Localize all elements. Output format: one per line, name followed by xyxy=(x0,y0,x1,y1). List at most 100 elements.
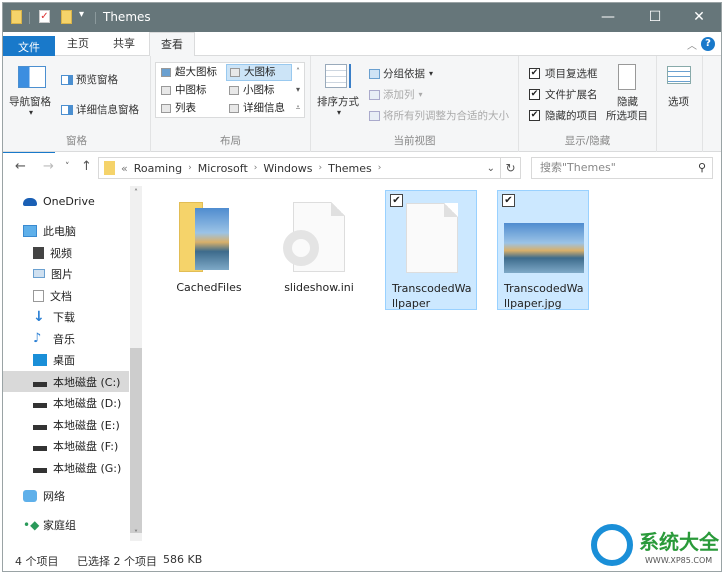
hide-selected-button[interactable]: 隐藏 xyxy=(617,94,638,109)
sidebar-scrollbar-thumb[interactable] xyxy=(130,348,142,533)
layout-gallery-scroll[interactable]: ˄ ▾ ⩡ xyxy=(292,63,304,119)
preview-pane-label: 预览窗格 xyxy=(76,74,118,86)
layout-large-icons[interactable]: 大图标 xyxy=(226,64,292,81)
separator xyxy=(29,12,30,24)
file-item-transcodedwallpaper-jpg[interactable]: ✔ TranscodedWallpaper.jpg xyxy=(497,190,589,310)
collapse-ribbon-icon[interactable]: ︿ xyxy=(687,37,697,52)
item-checkboxes-toggle[interactable]: ✔ 项目复选框 xyxy=(529,66,598,81)
expand-gallery-icon[interactable]: ⩡ xyxy=(292,99,304,117)
layout-list[interactable]: 列表 xyxy=(158,100,226,117)
details-pane-button[interactable]: 详细信息窗格 xyxy=(61,102,139,117)
file-extensions-toggle[interactable]: ✔ 文件扩展名 xyxy=(529,87,598,102)
sidebar-item-network[interactable]: 网络 xyxy=(3,485,129,506)
checkbox-checked-icon[interactable]: ✔ xyxy=(529,89,540,100)
sidebar-label: 下载 xyxy=(53,310,75,324)
hide-selected-button-line2[interactable]: 所选项目 xyxy=(606,108,648,123)
size-all-columns-button[interactable]: 将所有列调整为合适的大小 xyxy=(369,108,509,123)
sort-by-dropdown-icon[interactable]: ▾ xyxy=(337,108,341,117)
sidebar-item-onedrive[interactable]: OneDrive xyxy=(3,191,129,212)
navigation-pane-dropdown-icon[interactable]: ▾ xyxy=(29,108,33,117)
refresh-button[interactable]: ↻ xyxy=(501,157,521,179)
sidebar-item-homegroup[interactable]: •◆ 家庭组 xyxy=(3,514,129,535)
file-item-cachedfiles[interactable]: CachedFiles xyxy=(163,190,255,310)
add-columns-button[interactable]: 添加列 ▾ xyxy=(369,87,423,102)
checkbox-checked-icon[interactable]: ✔ xyxy=(529,68,540,79)
sort-by-icon xyxy=(325,64,347,88)
folder-icon xyxy=(11,10,22,24)
title-bar: ✓ ▾ Themes — ☐ ✕ xyxy=(3,3,721,32)
breadcrumb-windows[interactable]: Windows xyxy=(263,162,312,175)
new-folder-icon[interactable] xyxy=(61,10,72,24)
sidebar-item-desktop[interactable]: 桌面 xyxy=(3,349,129,370)
back-button[interactable]: ← xyxy=(15,159,26,174)
documents-icon xyxy=(33,289,44,302)
explorer-window: ✓ ▾ Themes — ☐ ✕ 文件 主页 共享 查看 ︿ ? 导航窗格 ▾ … xyxy=(2,2,722,572)
tab-share[interactable]: 共享 xyxy=(101,32,147,56)
checkbox-checked-icon[interactable]: ✔ xyxy=(529,110,540,121)
search-input[interactable]: 搜索"Themes" ⚲ xyxy=(531,157,713,179)
sidebar-label: 网络 xyxy=(43,489,65,503)
checkbox-checked-icon[interactable]: ✔ xyxy=(502,194,515,207)
large-icons-icon xyxy=(230,68,240,77)
hidden-items-toggle[interactable]: ✔ 隐藏的项目 xyxy=(529,108,598,123)
tab-view[interactable]: 查看 xyxy=(149,32,195,57)
settings-gear-icon xyxy=(283,230,319,266)
sidebar-item-music[interactable]: ♪ 音乐 xyxy=(3,328,129,349)
file-item-transcodedwallpaper[interactable]: ✔ TranscodedWallpaper xyxy=(385,190,477,310)
ribbon-tabs: 文件 主页 共享 查看 ︿ ? xyxy=(3,32,721,156)
breadcrumb-themes[interactable]: Themes xyxy=(328,162,372,175)
sidebar-item-videos[interactable]: 视频 xyxy=(3,242,129,263)
options-button[interactable]: 选项 xyxy=(668,94,689,109)
homegroup-icon: •◆ xyxy=(23,517,40,532)
properties-icon[interactable]: ✓ xyxy=(39,10,50,23)
chevron-right-icon[interactable]: › xyxy=(188,163,192,173)
chevron-right-icon[interactable]: › xyxy=(378,163,382,173)
recent-locations-icon[interactable]: ˅ xyxy=(65,162,70,172)
sort-by-button[interactable]: 排序方式 xyxy=(317,94,359,109)
scroll-up-icon[interactable]: ˄ xyxy=(292,63,304,81)
group-panes: 导航窗格 ▾ 预览窗格 详细信息窗格 窗格 xyxy=(3,56,151,152)
sidebar-item-drive-f[interactable]: 本地磁盘 (F:) xyxy=(3,435,129,456)
tab-home[interactable]: 主页 xyxy=(55,32,101,56)
help-icon[interactable]: ? xyxy=(701,37,715,51)
sidebar-item-downloads[interactable]: ↓ 下载 xyxy=(3,306,129,327)
breadcrumb-microsoft[interactable]: Microsoft xyxy=(198,162,248,175)
sidebar-item-documents[interactable]: 文档 xyxy=(3,285,129,306)
sidebar-label: 此电脑 xyxy=(43,224,76,238)
item-checkboxes-label: 项目复选框 xyxy=(545,68,598,80)
address-bar[interactable]: « Roaming › Microsoft › Windows › Themes… xyxy=(98,157,501,179)
forward-button[interactable]: → xyxy=(43,159,54,174)
minimize-button[interactable]: — xyxy=(586,3,630,32)
layout-extra-large-icons[interactable]: 超大图标 xyxy=(158,64,226,81)
sidebar-item-pictures[interactable]: 图片 xyxy=(3,263,129,284)
layout-label: 超大图标 xyxy=(175,66,217,78)
up-button[interactable]: ↑ xyxy=(81,159,92,174)
chevron-right-icon[interactable]: › xyxy=(318,163,322,173)
chevron-right-icon[interactable]: › xyxy=(254,163,258,173)
checkbox-checked-icon[interactable]: ✔ xyxy=(390,194,403,207)
navigation-pane-button[interactable]: 导航窗格 xyxy=(9,94,51,109)
navigation-pane-icon[interactable] xyxy=(18,66,46,88)
sidebar-item-drive-d[interactable]: 本地磁盘 (D:) xyxy=(3,392,129,413)
breadcrumb-overflow[interactable]: « xyxy=(121,162,128,175)
scroll-down-icon[interactable]: ▾ xyxy=(292,81,304,99)
breadcrumb-roaming[interactable]: Roaming xyxy=(134,162,182,175)
scroll-down-icon[interactable]: ˅ xyxy=(130,529,142,538)
layout-details[interactable]: 详细信息 xyxy=(226,100,292,117)
address-history-dropdown-icon[interactable]: ⌄ xyxy=(487,163,495,174)
maximize-button[interactable]: ☐ xyxy=(633,3,677,32)
scroll-up-icon[interactable]: ˄ xyxy=(130,188,142,197)
layout-small-icons[interactable]: 小图标 xyxy=(226,82,292,99)
group-by-button[interactable]: 分组依据 ▾ xyxy=(369,66,433,81)
preview-pane-button[interactable]: 预览窗格 xyxy=(61,72,118,87)
sidebar-item-drive-c[interactable]: 本地磁盘 (C:) xyxy=(3,371,129,392)
sidebar-item-this-pc[interactable]: 此电脑 xyxy=(3,220,129,241)
folder-icon xyxy=(104,161,115,175)
sidebar-item-drive-e[interactable]: 本地磁盘 (E:) xyxy=(3,414,129,435)
customize-quick-access-icon[interactable]: ▾ xyxy=(79,9,84,25)
layout-medium-icons[interactable]: 中图标 xyxy=(158,82,226,99)
file-item-slideshow-ini[interactable]: slideshow.ini xyxy=(273,190,365,310)
sidebar-item-drive-g[interactable]: 本地磁盘 (G:) xyxy=(3,457,129,478)
watermark-logo-icon xyxy=(591,524,633,566)
close-button[interactable]: ✕ xyxy=(677,3,721,32)
